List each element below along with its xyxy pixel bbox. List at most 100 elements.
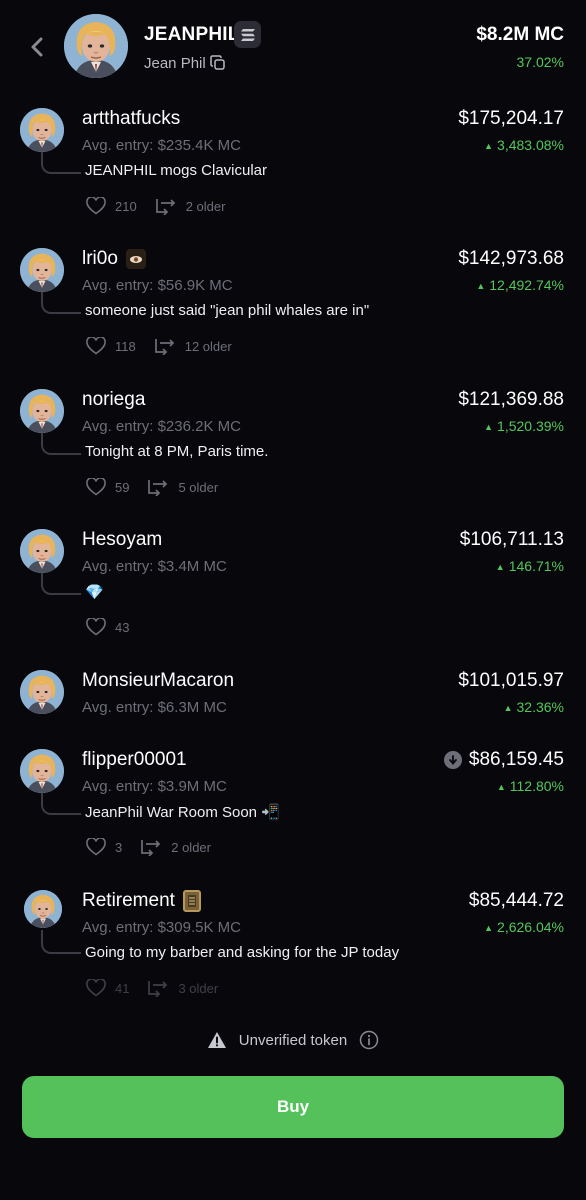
like-button[interactable]: 59: [86, 478, 129, 496]
thread-line: [41, 793, 81, 815]
holding-change: ▲ 32.36%: [503, 699, 564, 715]
holding-value: $142,973.68: [458, 248, 564, 269]
token-avatar: [64, 14, 128, 78]
like-button[interactable]: 43: [86, 618, 129, 636]
like-button[interactable]: 118: [86, 337, 136, 355]
like-count: 59: [115, 479, 130, 495]
thread-line: [41, 433, 81, 455]
heart-icon: [86, 197, 106, 215]
older-count: 3 older: [178, 980, 219, 996]
message-actions: 43: [86, 615, 147, 639]
unverified-label: Unverified token: [238, 1031, 348, 1049]
holding-value: $175,204.17: [458, 108, 564, 129]
avatar[interactable]: [20, 389, 64, 433]
holder-name[interactable]: artthatfucks: [82, 108, 180, 130]
holding-change: ▲ 3,483.08%: [484, 137, 564, 153]
up-triangle-icon: ▲: [496, 782, 506, 792]
heart-icon: [86, 478, 106, 496]
thread-line: [41, 152, 81, 174]
like-button[interactable]: 41: [86, 979, 129, 997]
heart-icon: [86, 618, 106, 636]
market-cap: $8.2M MC: [476, 24, 564, 45]
older-messages-button[interactable]: 3 older: [147, 979, 218, 997]
unverified-token-notice: Unverified token: [0, 1030, 586, 1050]
reply-thread-icon: [154, 339, 174, 355]
older-messages-button[interactable]: 2 older: [140, 838, 211, 856]
holding-change: ▲ 112.80%: [496, 778, 564, 794]
holding-change: ▲ 146.71%: [495, 558, 564, 574]
like-count: 118: [115, 338, 136, 354]
like-button[interactable]: 210: [86, 197, 137, 215]
market-cap-change: 37.02%: [516, 54, 564, 70]
avatar[interactable]: [20, 108, 64, 152]
heart-icon: [86, 979, 106, 997]
holding-change: ▲ 1,520.39%: [484, 418, 564, 434]
token-subname: Jean Phil: [144, 55, 206, 72]
holder-message: JEANPHIL mogs Clavicular: [85, 162, 267, 179]
holder-name[interactable]: lri0o: [82, 248, 146, 270]
reply-thread-icon: [155, 199, 175, 215]
holding-value: $86,159.45: [468, 749, 564, 770]
avg-entry: Avg. entry: $309.5K MC: [82, 919, 241, 936]
older-messages-button[interactable]: 5 older: [147, 478, 218, 496]
older-messages-button[interactable]: 12 older: [154, 337, 232, 355]
holder-name[interactable]: Hesoyam: [82, 529, 162, 551]
back-button[interactable]: [26, 34, 48, 60]
holder-message: Going to my barber and asking for the JP…: [85, 944, 400, 961]
up-triangle-icon: ▲: [503, 703, 513, 713]
heart-icon: [86, 838, 106, 856]
reply-thread-icon: [148, 981, 168, 997]
holder-name[interactable]: flipper00001: [82, 749, 187, 771]
up-triangle-icon: ▲: [495, 562, 505, 572]
avatar[interactable]: [20, 248, 64, 292]
like-button[interactable]: 3: [86, 838, 122, 856]
holding-value: $85,444.72: [468, 890, 564, 911]
holder-message: Tonight at 8 PM, Paris time.: [85, 443, 269, 460]
up-triangle-icon: ▲: [476, 281, 486, 291]
holder-message: JeanPhil War Room Soon 📲: [85, 804, 280, 821]
calendar-emoji-icon: [182, 890, 201, 912]
avg-entry: Avg. entry: $236.2K MC: [82, 418, 241, 435]
download-circle-icon: [444, 751, 462, 769]
older-count: 2 older: [185, 198, 226, 214]
like-count: 210: [115, 198, 137, 214]
thread-line: [41, 292, 81, 314]
avg-entry: Avg. entry: $3.9M MC: [82, 778, 227, 795]
copy-icon[interactable]: [210, 55, 226, 71]
token-name: JEANPHIL: [144, 24, 240, 45]
older-count: 12 older: [184, 338, 232, 354]
like-count: 41: [115, 980, 130, 996]
holder-name[interactable]: Retirement: [82, 890, 201, 912]
message-actions: 41 3 older: [86, 976, 236, 1000]
holding-value: $106,711.13: [459, 529, 564, 550]
thread-line: [41, 930, 81, 954]
up-triangle-icon: ▲: [484, 422, 494, 432]
avatar[interactable]: [20, 749, 64, 793]
up-triangle-icon: ▲: [484, 923, 494, 933]
avg-entry: Avg. entry: $235.4K MC: [82, 137, 241, 154]
holding-value: $101,015.97: [458, 670, 564, 691]
holding-value: $121,369.88: [458, 389, 564, 410]
avg-entry: Avg. entry: $56.9K MC: [82, 277, 233, 294]
message-actions: 210 2 older: [86, 194, 243, 218]
warning-icon: [207, 1032, 226, 1048]
buy-button[interactable]: Buy: [22, 1076, 564, 1138]
token-header: JEANPHIL Jean Phil $8.2M MC 37.02%: [0, 0, 586, 94]
chain-badge-icon: [234, 21, 261, 48]
holder-name[interactable]: noriega: [82, 389, 145, 411]
avg-entry: Avg. entry: $6.3M MC: [82, 699, 227, 716]
holding-change: ▲ 2,626.04%: [484, 919, 564, 935]
message-actions: 118 12 older: [86, 334, 250, 358]
up-triangle-icon: ▲: [484, 141, 494, 151]
holder-message: 💎: [85, 584, 104, 601]
info-icon[interactable]: [359, 1030, 379, 1050]
avatar[interactable]: [24, 890, 62, 928]
avatar[interactable]: [20, 670, 64, 714]
older-messages-button[interactable]: 2 older: [155, 197, 226, 215]
avg-entry: Avg. entry: $3.4M MC: [82, 558, 227, 575]
reply-thread-icon: [148, 480, 168, 496]
holder-message: someone just said "jean phil whales are …: [85, 302, 370, 319]
holding-change: ▲ 12,492.74%: [476, 277, 564, 293]
holder-name[interactable]: MonsieurMacaron: [82, 670, 234, 692]
avatar[interactable]: [20, 529, 64, 573]
